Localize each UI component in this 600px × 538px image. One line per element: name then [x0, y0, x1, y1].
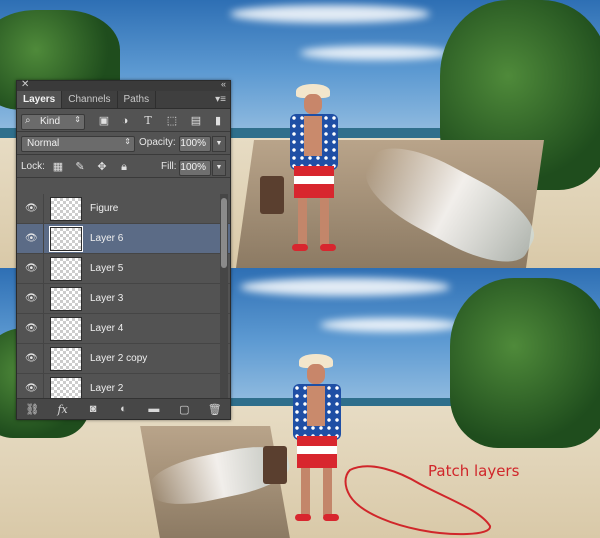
- layer-thumbnail: [50, 377, 82, 398]
- layer-row-layer-2-copy[interactable]: 👁︎ Layer 2 copy: [17, 344, 230, 374]
- layer-name: Layer 2 copy: [90, 353, 148, 364]
- eye-icon[interactable]: 👁︎: [25, 383, 38, 394]
- cloud: [320, 318, 460, 332]
- updown-icon: ⇕: [74, 115, 81, 124]
- shape-filter-icon[interactable]: ⬚: [165, 114, 179, 128]
- layer-thumbnail: [50, 257, 82, 281]
- eye-icon[interactable]: 👁︎: [25, 263, 38, 274]
- layer-name: Figure: [90, 203, 119, 214]
- layer-row-layer-3[interactable]: 👁︎ Layer 3: [17, 284, 230, 314]
- blend-mode-select[interactable]: Normal ⇕: [21, 136, 135, 152]
- tab-paths[interactable]: Paths: [118, 91, 157, 108]
- collapse-icon[interactable]: «: [221, 79, 226, 89]
- figure-man: [260, 84, 352, 254]
- layers-panel: ✕ « Layers Channels Paths ▾≡ ⌕ Kind ⇕ ▣ …: [16, 79, 231, 420]
- layer-row-layer-4[interactable]: 👁︎ Layer 4: [17, 314, 230, 344]
- filter-toggle-icon[interactable]: ▮: [211, 114, 225, 128]
- layer-name: Layer 6: [90, 233, 124, 244]
- layer-row-layer-5[interactable]: 👁︎ Layer 5: [17, 254, 230, 284]
- type-filter-icon[interactable]: T: [141, 114, 155, 128]
- filter-kind-select[interactable]: ⌕ Kind ⇕: [21, 114, 85, 130]
- new-layer-icon[interactable]: ▢: [176, 403, 192, 416]
- eye-icon[interactable]: 👁︎: [25, 203, 38, 214]
- tab-channels[interactable]: Channels: [62, 91, 118, 108]
- layer-thumbnail: [50, 287, 82, 311]
- eye-icon[interactable]: 👁︎: [25, 353, 38, 364]
- filter-row: ⌕ Kind ⇕ ▣ ◑ T ⬚ ▤ ▮: [17, 109, 230, 131]
- layer-thumbnail: [49, 226, 83, 252]
- smart-object-filter-icon[interactable]: ▤: [189, 114, 203, 128]
- palm-trees-right: [450, 278, 600, 448]
- fx-icon[interactable]: fx: [55, 403, 71, 416]
- tab-layers[interactable]: Layers: [17, 91, 63, 108]
- lock-image-pixels-icon[interactable]: ✎: [73, 160, 87, 174]
- blend-row: Normal ⇕ Opacity: 100% ▼: [17, 132, 230, 154]
- link-icon[interactable]: ⛓︎: [24, 403, 40, 416]
- layer-name: Layer 2: [90, 383, 124, 394]
- layer-row-layer-2[interactable]: 👁︎ Layer 2: [17, 374, 230, 398]
- layer-name: Layer 3: [90, 293, 124, 304]
- folder-icon[interactable]: ▬: [146, 403, 162, 415]
- layer-row-figure[interactable]: 👁︎ Figure: [17, 194, 230, 224]
- lock-row: Lock: ▦ ✎ ✥ 🔒︎ Fill: 100% ▼: [17, 155, 230, 177]
- filter-kind-label: Kind: [40, 116, 61, 127]
- mask-icon[interactable]: ◙: [85, 403, 101, 415]
- lock-transparent-pixels-icon[interactable]: ▦: [51, 160, 65, 174]
- search-icon: ⌕: [25, 115, 31, 126]
- adjustment-filter-icon[interactable]: ◑: [118, 114, 132, 128]
- layers-bottom-bar: ⛓︎ fx ◙ ◐ ▬ ▢ 🗑︎: [17, 398, 230, 419]
- cloud: [240, 278, 450, 296]
- layer-row-layer-6[interactable]: 👁︎ Layer 6: [17, 224, 230, 254]
- layer-thumbnail: [50, 347, 82, 371]
- adjustment-icon[interactable]: ◐: [115, 403, 131, 415]
- patch-layers-label: Patch layers: [428, 462, 520, 480]
- opacity-input[interactable]: 100%: [179, 136, 211, 152]
- fill-dropdown-icon[interactable]: ▼: [212, 160, 226, 176]
- updown-icon: ⇕: [124, 137, 131, 146]
- panel-menu-icon[interactable]: ▾≡: [215, 94, 226, 105]
- scrollbar-thumb[interactable]: [221, 198, 227, 268]
- panel-titlebar[interactable]: ✕ «: [17, 79, 230, 91]
- close-icon[interactable]: ✕: [21, 79, 29, 90]
- layer-list-scrollbar[interactable]: [220, 194, 228, 398]
- fill-label: Fill:: [161, 161, 177, 172]
- lock-label: Lock:: [21, 161, 45, 172]
- panel-tabs: Layers Channels Paths ▾≡: [17, 91, 230, 109]
- layer-thumbnail: [50, 197, 82, 221]
- lock-all-icon[interactable]: 🔒︎: [117, 160, 131, 174]
- blend-mode-label: Normal: [27, 138, 60, 149]
- eye-icon[interactable]: 👁︎: [25, 293, 38, 304]
- opacity-dropdown-icon[interactable]: ▼: [212, 136, 226, 152]
- eye-icon[interactable]: 👁︎: [25, 233, 38, 244]
- cloud: [300, 46, 450, 60]
- trash-icon[interactable]: 🗑︎: [207, 403, 223, 416]
- lock-position-icon[interactable]: ✥: [95, 160, 109, 174]
- layer-name: Layer 4: [90, 323, 124, 334]
- layer-name: Layer 5: [90, 263, 124, 274]
- layer-list: 👁︎ Figure 👁︎ Layer 6 👁︎ Layer 5 👁︎ Layer…: [17, 194, 230, 398]
- opacity-label: Opacity:: [139, 137, 176, 148]
- layer-thumbnail: [50, 317, 82, 341]
- fill-input[interactable]: 100%: [179, 160, 211, 176]
- image-filter-icon[interactable]: ▣: [97, 114, 111, 128]
- eye-icon[interactable]: 👁︎: [25, 323, 38, 334]
- cloud: [230, 5, 430, 23]
